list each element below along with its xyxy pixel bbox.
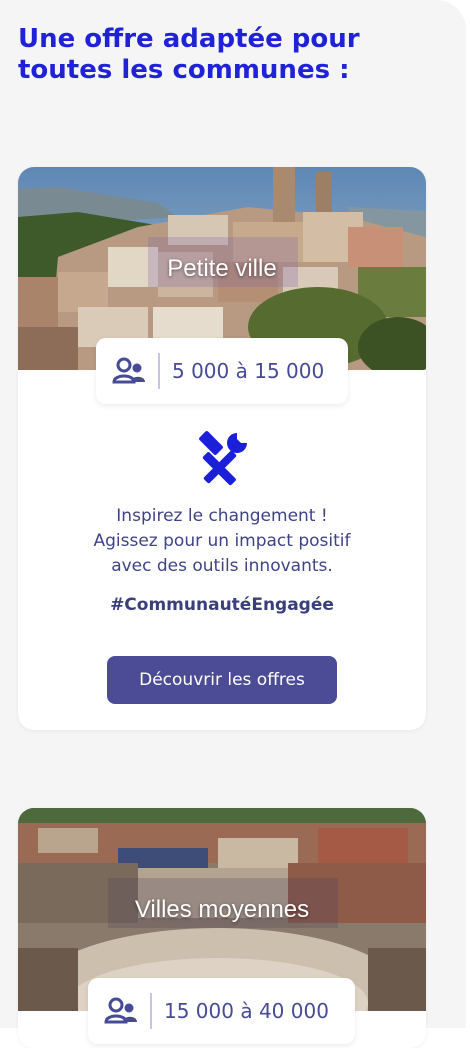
- population-range: 15 000 à 40 000: [164, 999, 329, 1023]
- population-badge: 15 000 à 40 000: [88, 978, 355, 1044]
- offers-section: Une offre adaptée pour toutes les commun…: [0, 0, 466, 1048]
- users-icon: [104, 996, 138, 1026]
- offer-card-medium-town: Villes moyennes 15 000 à 40 000: [18, 808, 426, 1048]
- discover-offers-button[interactable]: Découvrir les offres: [107, 656, 337, 704]
- users-icon: [112, 356, 146, 386]
- badge-divider: [158, 353, 160, 389]
- tools-icon: [193, 429, 251, 487]
- description-line: Inspirez le changement !: [116, 506, 328, 526]
- population-range: 5 000 à 15 000: [172, 359, 325, 383]
- card-description: Inspirez le changement ! Agissez pour un…: [38, 504, 406, 579]
- badge-divider: [150, 993, 152, 1029]
- card-title: Petite ville: [167, 255, 277, 282]
- card-title: Villes moyennes: [134, 896, 310, 923]
- section-heading: Une offre adaptée pour toutes les commun…: [18, 24, 360, 85]
- description-line: avec des outils innovants.: [111, 556, 333, 576]
- description-line: Agissez pour un impact positif: [93, 531, 351, 551]
- population-badge: 5 000 à 15 000: [96, 338, 348, 404]
- offer-card-small-town: Petite ville 5 000 à 15 000 Inspirez le …: [18, 167, 426, 730]
- card-hashtag: #CommunautéEngagée: [110, 595, 334, 615]
